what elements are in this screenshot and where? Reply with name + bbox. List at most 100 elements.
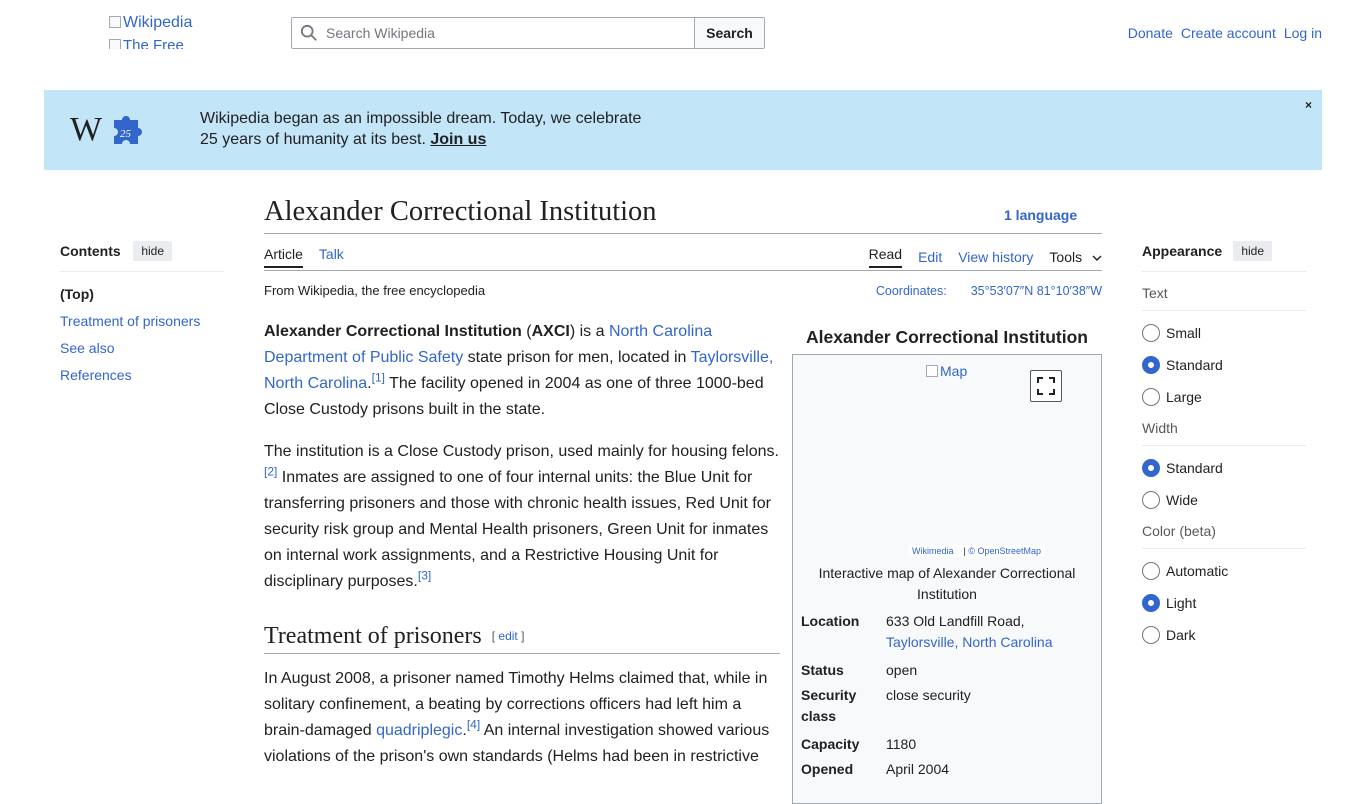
- text: Inmates are assigned to one of four inte…: [264, 469, 771, 590]
- infobox-rows: Location 633 Old Landfill Road, Taylorsvi…: [793, 609, 1101, 782]
- text: (: [521, 323, 532, 340]
- banner-line-2-text: 25 years of humanity at its best.: [200, 131, 426, 148]
- tools-label: Tools: [1049, 249, 1083, 265]
- radio-circle-icon[interactable]: [1142, 356, 1160, 374]
- search-icon: [300, 24, 317, 41]
- ref-3[interactable]: [3]: [418, 569, 431, 583]
- language-button[interactable]: 1 language: [1004, 207, 1077, 223]
- toc-link-references[interactable]: References: [60, 367, 132, 383]
- broken-image-icon: [109, 16, 121, 28]
- appearance-hide-button[interactable]: hide: [1233, 241, 1272, 261]
- expand-icon: [1037, 377, 1055, 395]
- subject-name: Alexander Correctional Institution: [264, 323, 522, 340]
- table-of-contents: Contents hide (Top) Treatment of prisone…: [60, 241, 224, 394]
- broken-image-icon: [109, 39, 121, 49]
- log-in-link[interactable]: Log in: [1284, 25, 1322, 41]
- toc-header: Contents hide: [60, 241, 224, 272]
- chevron-down-icon: [1092, 255, 1102, 261]
- interactive-map[interactable]: Map Wikimedia | © OpenStreetMap: [793, 355, 1101, 563]
- radio-circle-icon[interactable]: [1142, 388, 1160, 406]
- infobox-value: April 2004: [886, 761, 950, 777]
- radio-standard[interactable]: Standard: [1142, 458, 1306, 478]
- osm-link[interactable]: © OpenStreetMap: [968, 546, 1041, 556]
- tab-read[interactable]: Read: [868, 246, 903, 268]
- toc-item-top[interactable]: (Top): [60, 286, 224, 302]
- wikipedia-logo[interactable]: Wikipedia The Free: [109, 14, 192, 49]
- radio-label: Automatic: [1166, 563, 1229, 579]
- article-body: Alexander Correctional Institution (AXCI…: [264, 319, 780, 786]
- link-quadriplegic[interactable]: quadriplegic: [376, 722, 462, 739]
- radio-small[interactable]: Small: [1142, 323, 1306, 343]
- map-image[interactable]: Map: [926, 363, 967, 379]
- radio-label: Light: [1166, 595, 1197, 611]
- address-text: 633 Old Landfill Road,: [886, 613, 1025, 629]
- join-us-link[interactable]: Join us: [430, 131, 486, 148]
- map-caption: Interactive map of Alexander Correctiona…: [818, 565, 1076, 602]
- appearance-group-label: Color (beta): [1142, 523, 1306, 549]
- coordinates-label: Coordinates:: [875, 284, 947, 298]
- radio-light[interactable]: Light: [1142, 593, 1306, 613]
- paragraph-3: In August 2008, a prisoner named Timothy…: [264, 666, 780, 770]
- infobox-label: Opened: [801, 761, 854, 777]
- infobox-row-capacity: Capacity 1180: [793, 732, 1101, 757]
- close-icon[interactable]: ×: [1305, 98, 1312, 112]
- edit-link[interactable]: edit: [498, 629, 517, 643]
- tools-menu[interactable]: Tools: [1049, 249, 1102, 265]
- radio-circle-icon[interactable]: [1142, 491, 1160, 509]
- infobox: Alexander Correctional Institution Map W…: [792, 327, 1102, 804]
- toc-link-treatment[interactable]: Treatment of prisoners: [60, 313, 200, 329]
- tab-view-history[interactable]: View history: [958, 249, 1033, 265]
- donate-link[interactable]: Donate: [1128, 25, 1173, 41]
- toc-list: (Top) Treatment of prisoners See also Re…: [60, 286, 224, 383]
- infobox-row-opened: Opened April 2004: [793, 757, 1101, 782]
- search-button[interactable]: Search: [694, 17, 765, 49]
- infobox-title: Alexander Correctional Institution: [806, 327, 1088, 347]
- coordinates-value[interactable]: 35°53′07″N 81°10′38″W: [971, 284, 1102, 298]
- radio-automatic[interactable]: Automatic: [1142, 561, 1306, 581]
- section-edit-link[interactable]: [ edit ]: [492, 629, 525, 643]
- search-input[interactable]: [324, 24, 654, 42]
- radio-large[interactable]: Large: [1142, 387, 1306, 407]
- toc-title: Contents: [60, 243, 121, 259]
- tab-edit[interactable]: Edit: [918, 249, 942, 265]
- coordinates[interactable]: Coordinates: 35°53′07″N 81°10′38″W: [876, 284, 1102, 298]
- ref-4[interactable]: [4]: [467, 718, 480, 732]
- toc-link-see-also[interactable]: See also: [60, 340, 114, 356]
- create-account-link[interactable]: Create account: [1181, 25, 1276, 41]
- svg-text:25: 25: [120, 128, 132, 140]
- tab-talk[interactable]: Talk: [319, 246, 344, 268]
- appearance-title: Appearance: [1142, 243, 1223, 259]
- radio-circle-icon[interactable]: [1142, 562, 1160, 580]
- radio-circle-icon[interactable]: [1142, 324, 1160, 342]
- toc-hide-button[interactable]: hide: [133, 241, 172, 261]
- broken-image-icon: [926, 365, 938, 377]
- radio-dark[interactable]: Dark: [1142, 625, 1306, 645]
- ref-1[interactable]: [1]: [372, 371, 385, 385]
- radio-standard[interactable]: Standard: [1142, 355, 1306, 375]
- toc-item-see-also[interactable]: See also: [60, 340, 224, 356]
- search-box[interactable]: [291, 17, 694, 49]
- toc-item-treatment[interactable]: Treatment of prisoners: [60, 313, 224, 329]
- paragraph-2: The institution is a Close Custody priso…: [264, 439, 780, 595]
- text: The institution is a Close Custody priso…: [264, 443, 779, 460]
- location-link[interactable]: Taylorsville, North Carolina: [886, 634, 1053, 650]
- view-tabs: Read Edit View history Tools: [868, 246, 1102, 268]
- wikipedia-25-logo-icon: W 25: [70, 111, 142, 148]
- radio-circle-icon[interactable]: [1142, 626, 1160, 644]
- wikimedia-link[interactable]: Wikimedia: [912, 546, 954, 556]
- infobox-panel: Map Wikimedia | © OpenStreetMap Interacti…: [792, 354, 1102, 804]
- fullscreen-icon[interactable]: [1030, 370, 1062, 402]
- search-form: Search: [291, 17, 765, 49]
- ref-2[interactable]: [2]: [264, 465, 277, 479]
- radio-circle-icon[interactable]: [1142, 459, 1160, 477]
- tab-article[interactable]: Article: [264, 246, 303, 268]
- toc-item-references[interactable]: References: [60, 367, 224, 383]
- section-heading-treatment: Treatment of prisoners [ edit ]: [264, 623, 780, 654]
- map-alt-text: Map: [940, 363, 968, 379]
- site-subtitle: From Wikipedia, the free encyclopedia: [264, 283, 486, 298]
- radio-wide[interactable]: Wide: [1142, 490, 1306, 510]
- svg-text:W: W: [70, 111, 103, 148]
- radio-circle-icon[interactable]: [1142, 594, 1160, 612]
- infobox-label: Status: [801, 662, 844, 678]
- infobox-label: Location: [801, 613, 860, 629]
